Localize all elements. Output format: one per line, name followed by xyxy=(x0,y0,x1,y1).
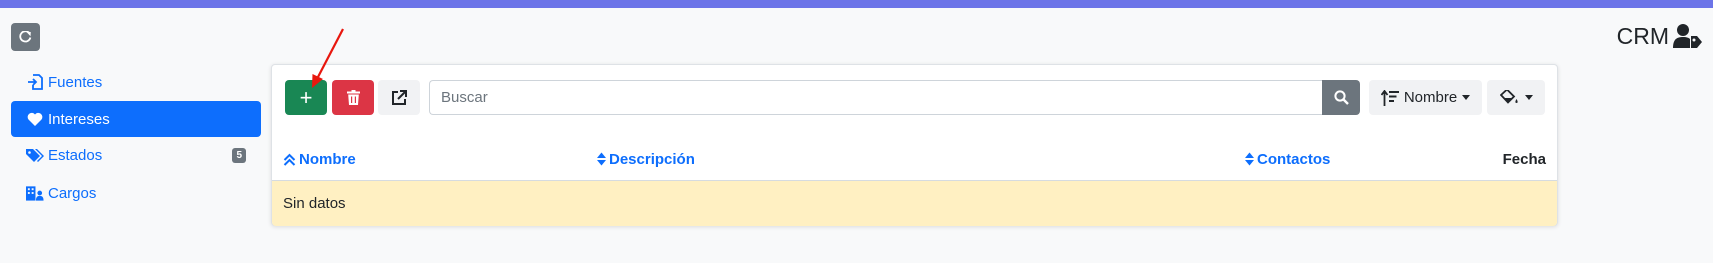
sidebar-item-label: Estados xyxy=(48,146,103,164)
column-header-label: Nombre xyxy=(299,150,356,168)
chevron-down-icon xyxy=(1524,95,1533,100)
color-dropdown[interactable] xyxy=(1487,80,1545,115)
sidebar-item-estados[interactable]: Estados 5 xyxy=(11,137,261,173)
external-link-icon xyxy=(392,89,407,105)
column-header-nombre[interactable]: Nombre xyxy=(283,149,356,169)
file-import-icon xyxy=(26,73,44,91)
sidebar-item-label: Cargos xyxy=(48,184,97,202)
top-accent-bar xyxy=(0,0,1713,8)
trash-icon xyxy=(346,90,360,105)
app-title: CRM xyxy=(1616,22,1669,49)
search-button[interactable] xyxy=(1322,80,1360,115)
reload-icon xyxy=(19,30,32,42)
column-header-contactos[interactable]: Contactos xyxy=(1245,149,1330,169)
sidebar-item-cargos[interactable]: Cargos xyxy=(11,175,261,211)
tags-icon xyxy=(26,146,44,164)
delete-button[interactable] xyxy=(332,80,374,115)
sort-dropdown-label: Nombre xyxy=(1403,89,1458,106)
sort-icon xyxy=(1245,152,1254,166)
column-header-fecha[interactable]: Fecha xyxy=(1503,149,1546,169)
reload-button[interactable] xyxy=(11,23,40,51)
sidebar-item-label: Intereses xyxy=(48,110,110,128)
column-header-label: Fecha xyxy=(1502,150,1546,168)
sort-amount-up-icon xyxy=(1380,89,1399,106)
sidebar-item-fuentes[interactable]: Fuentes xyxy=(11,64,261,100)
sort-dropdown[interactable]: Nombre xyxy=(1369,80,1482,115)
sort-icon xyxy=(597,152,606,166)
count-badge: 5 xyxy=(232,148,246,163)
search-icon xyxy=(1333,90,1349,105)
chevron-down-icon xyxy=(1462,95,1471,100)
sort-asc-icon xyxy=(283,153,296,166)
main-panel: + Nombre xyxy=(271,64,1558,226)
building-user-icon xyxy=(26,184,44,202)
sidebar-item-label: Fuentes xyxy=(48,73,103,91)
search-input[interactable] xyxy=(429,80,1323,115)
user-tag-icon[interactable] xyxy=(1673,23,1703,49)
empty-table-message: Sin datos xyxy=(283,195,346,212)
app-header: CRM xyxy=(1617,22,1703,50)
sidebar-item-intereses[interactable]: Intereses xyxy=(11,101,261,137)
open-external-button[interactable] xyxy=(378,80,420,115)
add-button[interactable]: + xyxy=(285,80,327,115)
heart-icon xyxy=(26,110,44,128)
column-header-label: Contactos xyxy=(1257,150,1331,168)
empty-table-row: Sin datos xyxy=(272,181,1557,226)
fill-drip-icon xyxy=(1499,89,1518,104)
column-header-label: Descripción xyxy=(609,150,695,168)
column-header-descripcion[interactable]: Descripción xyxy=(597,149,695,169)
